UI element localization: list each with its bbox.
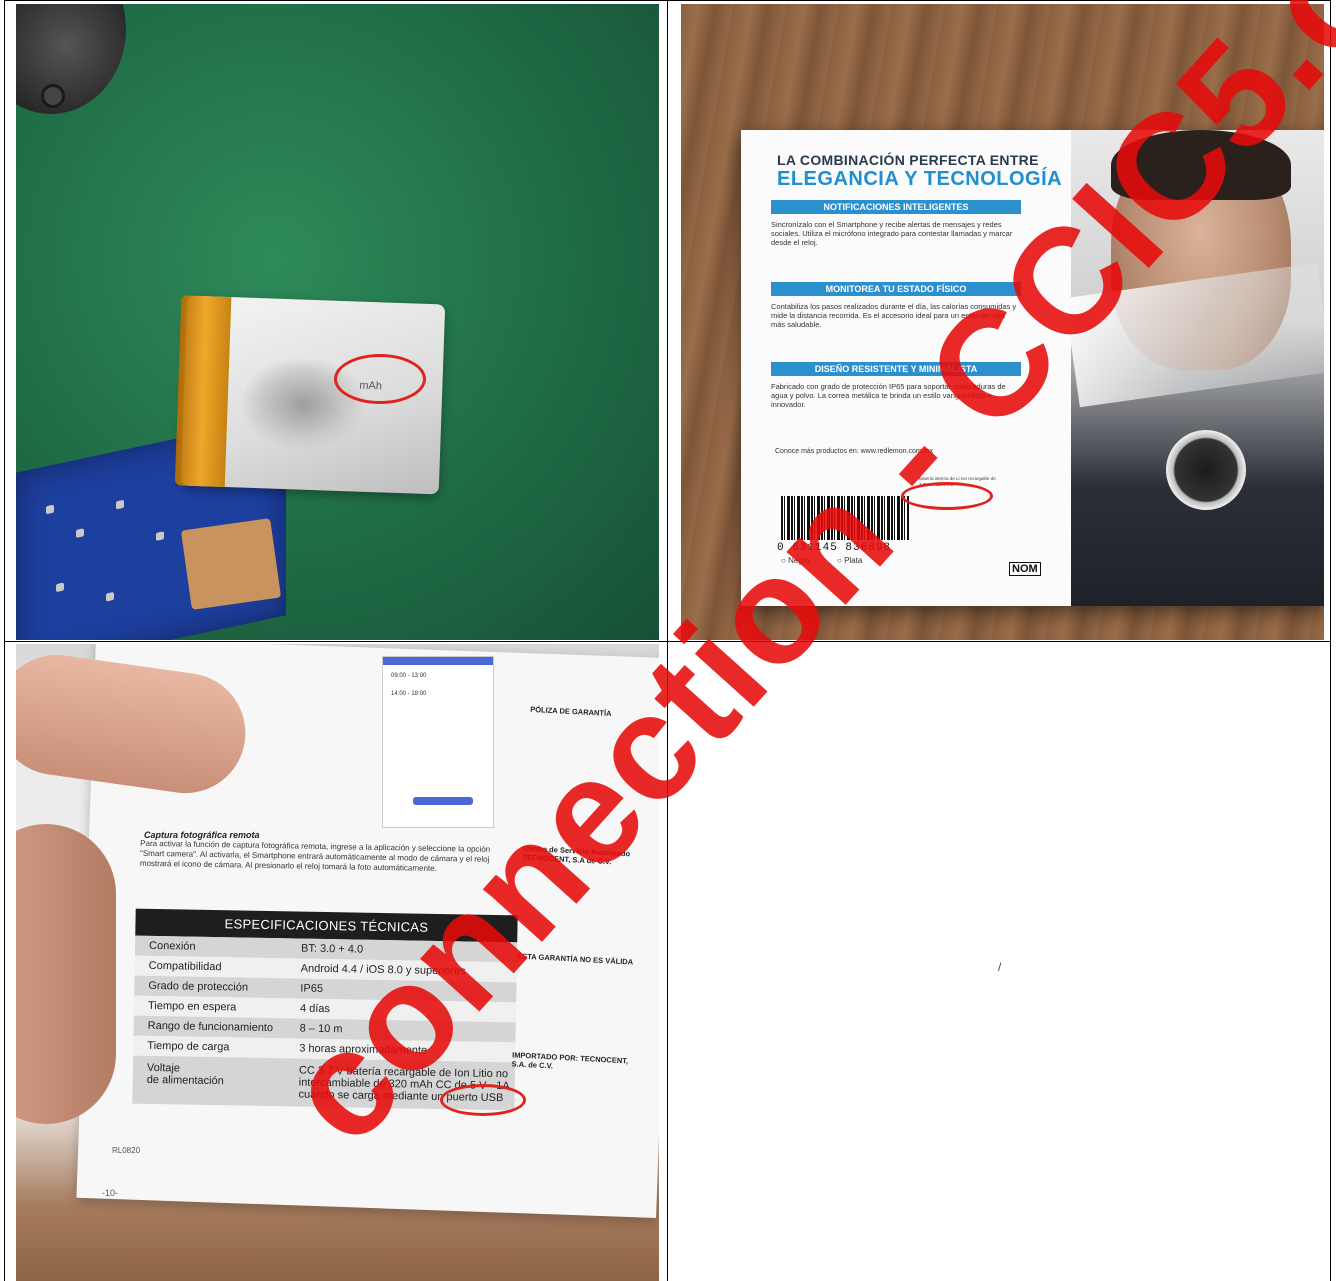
- smartwatch-image: [1166, 430, 1246, 510]
- watch-corner-shape: [16, 4, 126, 114]
- phone-time-row-2: 14:00 - 18:00: [391, 691, 427, 697]
- box-photo: LA COMBINACIÓN PERFECTA ENTRE ELEGANCIA …: [681, 4, 1324, 640]
- imported-by: IMPORTADO POR: TECNOCENT, S.A. de C.V.: [511, 1050, 629, 1071]
- empty-cell: /: [668, 642, 1330, 1281]
- product-box: LA COMBINACIÓN PERFECTA ENTRE ELEGANCIA …: [741, 130, 1324, 606]
- light-glare: [1071, 262, 1324, 408]
- model-hair: [1111, 130, 1291, 200]
- spec-key: Rango de funcionamiento: [147, 1019, 274, 1035]
- empty-cell-mark: /: [998, 960, 1002, 974]
- remote-capture-text: Para activar la función de captura fotog…: [139, 838, 491, 873]
- solder-pad: [180, 518, 282, 610]
- battery-tape: [174, 295, 232, 487]
- phone-confirm-button: [413, 797, 473, 805]
- phone-screen-illustration: 09:00 - 13:00 14:00 - 18:00: [382, 656, 494, 828]
- spec-key: Voltaje de alimentación: [146, 1061, 224, 1088]
- spec-key: Conexión: [148, 939, 196, 953]
- box-url-line: Conoce más productos en: www.redlemon.co…: [775, 448, 933, 455]
- spec-key: Tiempo en espera: [147, 999, 237, 1014]
- service-center: Centro de Servicio Autorizado TECNOCENT,…: [522, 843, 631, 867]
- box-section-title-2: MONITOREA TU ESTADO FÍSICO: [771, 282, 1021, 296]
- spec-value: IP65: [300, 982, 324, 995]
- box-section-text-2: Contabiliza los pasos realizados durante…: [771, 302, 1017, 329]
- spec-key: Tiempo de carga: [147, 1039, 230, 1054]
- warranty-column: PÓLIZA DE GARANTÍA Centro de Servicio Au…: [511, 661, 659, 1075]
- spec-key: Compatibilidad: [148, 959, 222, 974]
- manual-photo: 09:00 - 13:00 14:00 - 18:00 Captura foto…: [16, 644, 659, 1281]
- box-section-text-1: Sincronízalo con el Smartphone y recibe …: [771, 220, 1013, 247]
- spec-value: BT: 3.0 + 4.0: [300, 942, 364, 956]
- thumb: [16, 824, 116, 1124]
- barcode: [781, 496, 909, 540]
- grid-border-top: [4, 0, 1331, 1]
- spec-table: ESPECIFICACIONES TÉCNICAS Conexión BT: 3.…: [132, 908, 518, 1111]
- annotation-circle-manual: [440, 1084, 526, 1116]
- color-option-black: ○ Negro: [781, 556, 810, 565]
- spec-value: 8 – 10 m: [299, 1022, 343, 1036]
- box-section-text-3: Fabricado con grado de protección IP65 p…: [771, 382, 1006, 409]
- spec-value: 3 horas aproximadamente: [299, 1042, 428, 1057]
- battery-photo: mAh: [16, 4, 659, 640]
- box-headline-2: ELEGANCIA Y TECNOLOGÍA: [777, 168, 1063, 190]
- box-section-title-3: DISEÑO RESISTENTE Y MINIMALISTA: [771, 362, 1021, 376]
- screw-hole: [41, 84, 65, 108]
- nom-logo: NOM: [1009, 562, 1041, 576]
- phone-top-bar: [383, 657, 493, 665]
- box-section-title-1: NOTIFICACIONES INTELIGENTES: [771, 200, 1021, 214]
- manual-page-number: -10-: [102, 1188, 119, 1198]
- warranty-heading: PÓLIZA DE GARANTÍA: [529, 704, 612, 719]
- color-option-silver: ○ Plata: [837, 556, 863, 565]
- spec-key: Grado de protección: [148, 979, 249, 994]
- box-headline-1: LA COMBINACIÓN PERFECTA ENTRE: [777, 152, 1039, 168]
- manual-footer-code: RL0820: [112, 1146, 141, 1155]
- barcode-number: 0 631145 836898: [777, 542, 892, 554]
- phone-time-row-1: 09:00 - 13:00: [391, 673, 427, 679]
- spec-value: 4 días: [299, 1002, 331, 1016]
- model-photo: [1071, 130, 1324, 606]
- annotation-circle-battery: [334, 354, 426, 404]
- annotation-circle-box: [901, 482, 993, 510]
- warranty-invalid: ESTA GARANTÍA NO ES VÁLIDA: [517, 951, 634, 967]
- spec-value: Android 4.4 / iOS 8.0 y superiores: [300, 962, 466, 978]
